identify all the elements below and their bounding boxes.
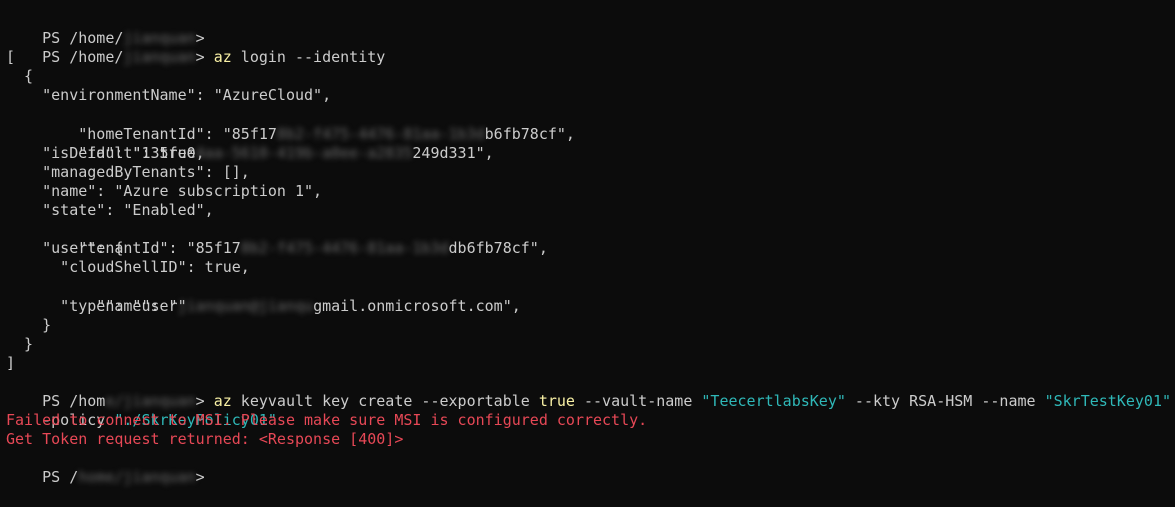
json-line-tenant: "tenantId": "85f178b2-f475-4476-81aa-1b3… — [6, 220, 1175, 257]
command-args: login --identity — [231, 48, 386, 67]
json-text: db6fb78cf", — [448, 239, 548, 258]
masked-username: jianquan — [123, 48, 196, 67]
masked-email: jianquan@jianqu — [177, 296, 314, 315]
terminal-output[interactable]: PS /home/jianquan> PS /home/jianquan> az… — [0, 0, 1175, 486]
arg-vault-name: "TeecertlabsKey" — [701, 391, 846, 410]
prompt-suffix: > — [195, 391, 214, 410]
command-args: --kty RSA-HSM --name — [845, 391, 1045, 410]
json-text: b6fb78cf", — [484, 124, 575, 143]
json-line: "managedByTenants": [], — [6, 162, 250, 181]
command-args: --vault-name — [574, 391, 702, 410]
json-line: "environmentName": "AzureCloud", — [6, 86, 332, 105]
masked-username: home/jianquan — [78, 468, 196, 487]
prompt-prefix: PS / — [42, 468, 79, 487]
json-line-home-tenant: "homeTenantId": "85f178b2-f475-4476-81aa… — [6, 106, 1175, 143]
json-text: gmail.onmicrosoft.com", — [313, 296, 521, 315]
command-az: az — [213, 391, 232, 410]
masked-username: jianquan — [123, 29, 196, 48]
json-line: } — [6, 315, 52, 334]
error-line-token: Get Token request returned: <Response [4… — [6, 430, 404, 449]
masked-id: 4aa-5610-419b-a0ee-a2835 — [195, 143, 413, 162]
prompt-end: > — [195, 29, 205, 48]
json-line: "state": "Enabled", — [6, 201, 214, 220]
prompt-prefix: PS /hom — [42, 391, 106, 410]
json-text: 249d331", — [412, 143, 494, 162]
json-line: } — [6, 334, 34, 353]
json-line: "cloudShellID": true, — [6, 258, 250, 277]
json-line: { — [6, 67, 34, 86]
json-text: "homeTenantId": "85f17 — [42, 124, 277, 143]
prompt-prefix: PS /home/ — [42, 29, 124, 48]
json-line: ] — [6, 353, 16, 372]
prompt-suffix: > — [195, 48, 214, 67]
arg-true: true — [538, 391, 575, 410]
masked-id: 8b2-f475-4476-81aa-1b3d — [276, 124, 485, 143]
command-args: - — [1171, 392, 1175, 410]
masked-username: e/jianquan — [105, 391, 196, 410]
command-args: keyvault key create --exportable — [231, 391, 539, 410]
prompt-line-keyvault: PS /home/jianquan> az keyvault key creat… — [6, 373, 1175, 410]
json-line: "isDefault": true, — [6, 143, 205, 162]
terminal-line-partial — [6, 0, 1175, 10]
json-line: "name": "Azure subscription 1", — [6, 181, 323, 200]
prompt-end: > — [195, 468, 205, 487]
prompt-line-current[interactable]: PS /home/jianquan> — [6, 449, 1175, 486]
prompt-prefix: PS /home/ — [42, 48, 124, 67]
error-line-msi: Failed to connect to MSI. Please make su… — [6, 411, 648, 430]
command-az: az — [213, 48, 232, 67]
partial-text — [42, 10, 313, 28]
json-line-user-name: "name": "jianquan@jianqugmail.onmicrosof… — [6, 277, 1175, 315]
masked-id: 8b2-f475-4476-81aa-1b3d — [240, 239, 449, 258]
arg-key-name: "SkrTestKey01" — [1044, 391, 1172, 410]
